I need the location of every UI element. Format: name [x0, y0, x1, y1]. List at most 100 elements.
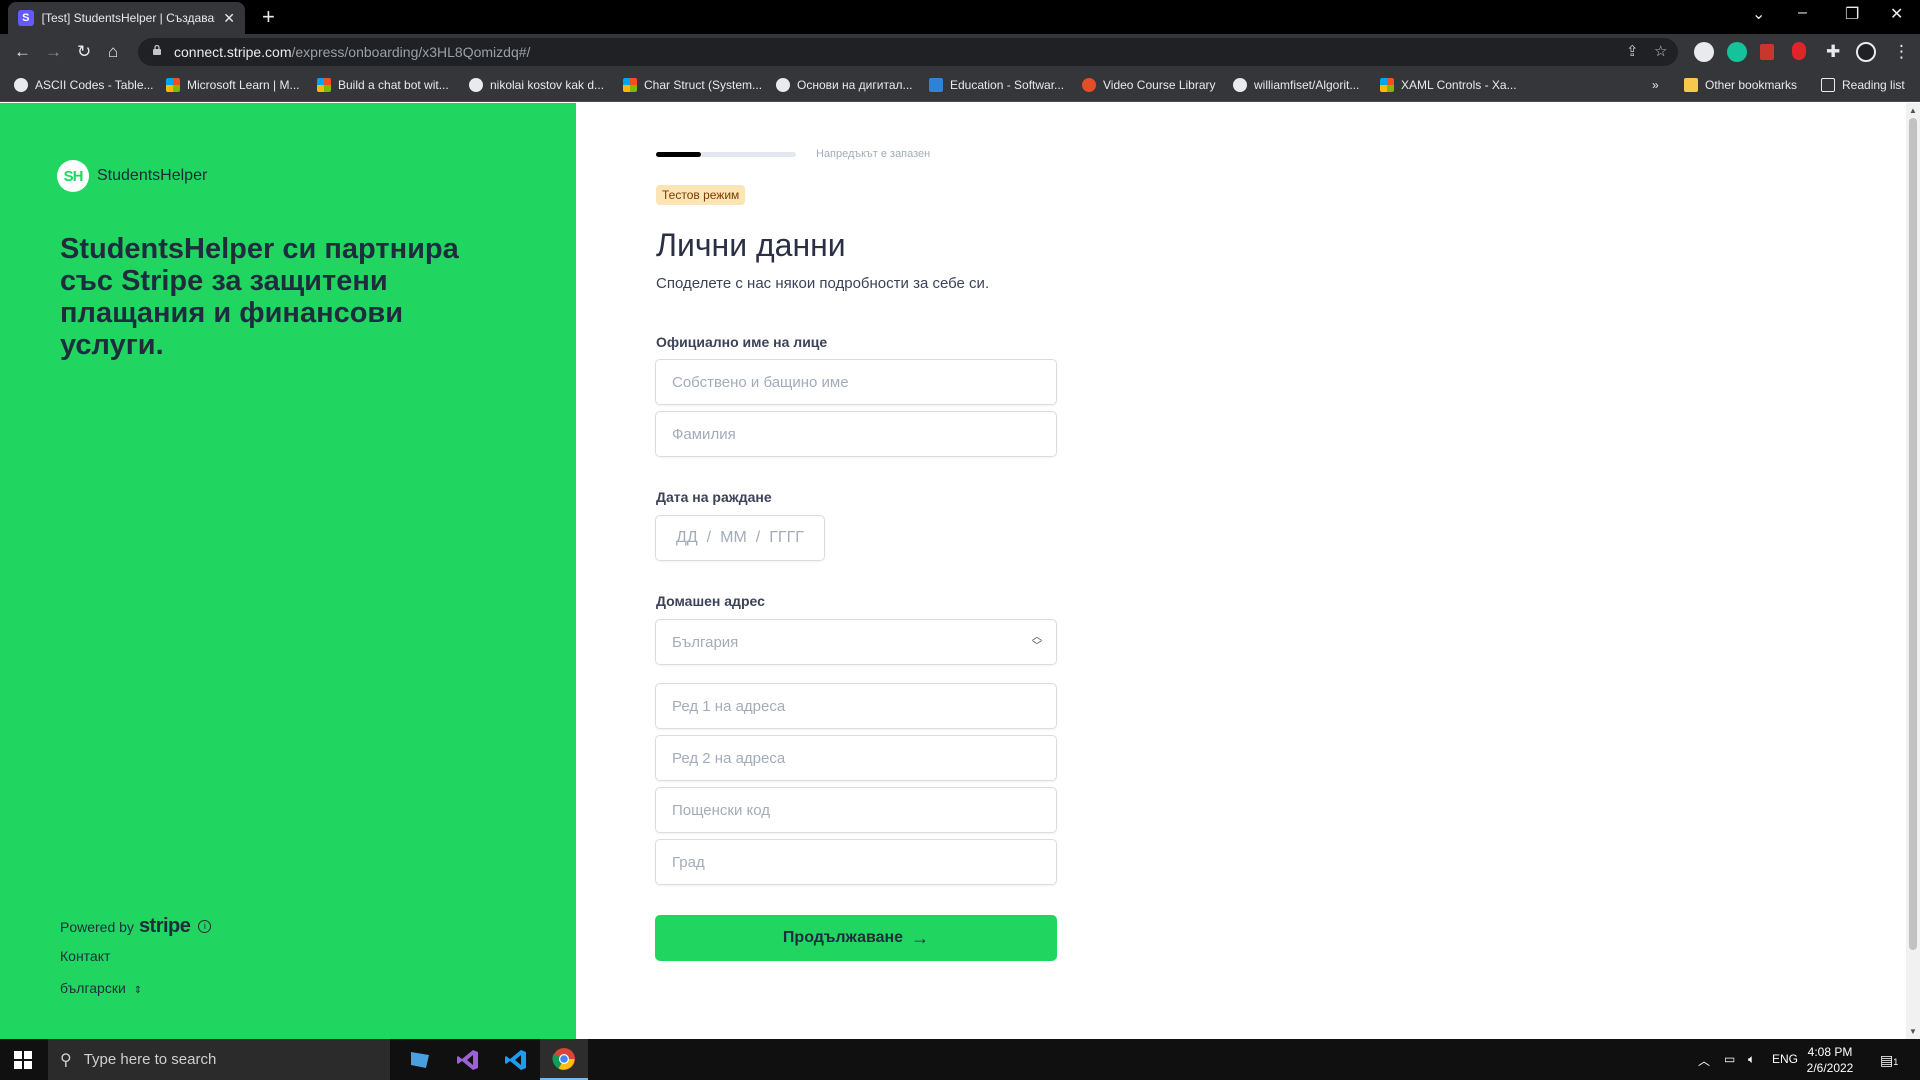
tab-search-icon[interactable]: ⌄ [1752, 4, 1765, 24]
bookmark-item[interactable]: Education - Softwar... [929, 78, 1064, 92]
minimize-button[interactable]: – [1798, 4, 1807, 22]
clock-time: 4:08 PM [1807, 1045, 1853, 1059]
progress-bar-fill [656, 152, 701, 157]
bookmark-star-icon[interactable]: ☆ [1654, 42, 1667, 60]
bookmark-item[interactable]: XAML Controls - Xa... [1380, 78, 1517, 92]
notification-center-icon[interactable]: ▤1 [1880, 1052, 1898, 1069]
bookmarks-bar: ASCII Codes - Table... Microsoft Learn |… [0, 70, 1920, 102]
bookmark-item[interactable]: Video Course Library [1082, 78, 1216, 92]
bookmark-item[interactable]: Основи на дигитал... [776, 78, 913, 92]
bookmark-item[interactable]: nikolai kostov kak d... [469, 78, 604, 92]
chrome-menu-icon[interactable]: ⋮ [1893, 42, 1910, 62]
microsoft-icon [1380, 78, 1394, 92]
country-select[interactable]: България ︿ ﹀ [655, 619, 1057, 665]
taskbar-search-box[interactable]: ⚲ Type here to search [48, 1039, 390, 1080]
powered-by-stripe[interactable]: Powered by stripe i [60, 915, 212, 938]
address-bar[interactable]: connect.stripe.com/express/onboarding/x3… [138, 38, 1678, 66]
scrollbar-thumb[interactable] [1909, 118, 1917, 950]
reading-list[interactable]: Reading list [1821, 78, 1905, 92]
profile-extension-icon[interactable] [1694, 42, 1714, 62]
new-tab-button[interactable]: + [262, 6, 275, 28]
bookmark-item[interactable]: Char Struct (System... [623, 78, 762, 92]
taskbar-app-vscode[interactable] [492, 1039, 540, 1080]
dob-input[interactable]: ДД / ММ / ГГГГ [655, 515, 825, 561]
taskbar-app-visual-studio[interactable] [444, 1039, 492, 1080]
dob-label: Дата на раждане [656, 489, 772, 505]
grammarly-icon[interactable] [1727, 42, 1747, 62]
azure-studio-icon [411, 1051, 429, 1068]
city-wrapper [655, 839, 1057, 885]
taskbar-app-chrome[interactable] [540, 1039, 588, 1080]
browser-toolbar: ← → ↻ ⌂ connect.stripe.com/express/onboa… [0, 34, 1920, 70]
onboarding-form: Напредъкът е запазен Тестов режим Лични … [576, 103, 1906, 1039]
info-icon[interactable]: i [198, 920, 212, 933]
close-window-button[interactable]: ✕ [1890, 4, 1903, 24]
language-selector[interactable]: български ⇕ [60, 980, 142, 996]
tab-close-icon[interactable]: ✕ [223, 10, 235, 27]
legal-name-label: Официално име на лице [656, 334, 828, 350]
brand-panel: SH StudentsHelper StudentsHelper си парт… [0, 103, 576, 1039]
bookmark-item[interactable]: williamfiset/Algorit... [1233, 78, 1359, 92]
network-icon[interactable]: ▭ [1724, 1052, 1735, 1066]
home-icon[interactable]: ⌂ [108, 42, 118, 62]
github-icon [1233, 78, 1247, 92]
profile-avatar-icon[interactable] [1856, 42, 1876, 62]
powered-by-label: Powered by [60, 918, 134, 935]
dob-day: ДД [676, 529, 698, 546]
continue-button[interactable]: Продължаване → [655, 915, 1057, 961]
vscode-icon [505, 1049, 526, 1070]
play-icon [1082, 78, 1096, 92]
bookmark-item[interactable]: Microsoft Learn | M... [166, 78, 299, 92]
visual-studio-icon [457, 1049, 478, 1070]
browser-tab-bar: S [Test] StudentsHelper | Създаван ✕ + ⌄… [0, 0, 1920, 34]
page-subtitle: Споделете с нас някои подробности за себ… [656, 275, 990, 292]
pdf-extension-icon[interactable] [1760, 44, 1774, 60]
back-arrow-icon[interactable]: ← [14, 42, 31, 62]
first-name-field-wrapper [655, 359, 1057, 405]
bookmark-item[interactable]: ASCII Codes - Table... [14, 78, 154, 92]
page-scrollbar[interactable]: ▲ ▼ [1906, 103, 1920, 1039]
clock-date: 2/6/2022 [1806, 1061, 1854, 1075]
city-input[interactable] [656, 840, 1056, 884]
share-icon[interactable]: ⇪ [1626, 42, 1639, 60]
input-language[interactable]: ENG [1772, 1052, 1798, 1066]
folder-icon [1684, 78, 1698, 92]
forward-arrow-icon[interactable]: → [45, 42, 62, 62]
browser-tab-active[interactable]: S [Test] StudentsHelper | Създаван ✕ [8, 2, 245, 34]
volume-icon[interactable]: 🔈︎ [1748, 1052, 1755, 1067]
address-line2-input[interactable] [656, 736, 1056, 780]
scroll-down-icon[interactable]: ▼ [1909, 1027, 1917, 1036]
dob-separator: / [706, 529, 712, 546]
page-title: Лични данни [656, 227, 846, 263]
postal-code-input[interactable] [656, 788, 1056, 832]
tab-title: [Test] StudentsHelper | Създаван [41, 11, 216, 25]
brand-logo-icon: SH [57, 160, 89, 192]
scroll-up-icon[interactable]: ▲ [1909, 106, 1917, 115]
first-name-input[interactable] [656, 360, 1056, 404]
bookmarks-overflow-icon[interactable]: » [1652, 78, 1659, 92]
windows-start-icon[interactable] [14, 1051, 32, 1069]
stripe-logo: stripe [138, 915, 191, 937]
brand-header: SH StudentsHelper [57, 160, 207, 192]
restore-button[interactable]: ❐ [1845, 4, 1859, 24]
contact-link[interactable]: Контакт [60, 948, 110, 964]
extensions-puzzle-icon[interactable]: ✚ [1826, 42, 1840, 62]
tray-overflow-icon[interactable]: ︿ [1698, 1052, 1710, 1069]
postal-code-wrapper [655, 787, 1057, 833]
lock-icon [153, 45, 161, 55]
extension-red-icon[interactable] [1792, 42, 1806, 60]
brand-headline: StudentsHelper си партнира със Stripe за… [60, 233, 459, 361]
system-clock[interactable]: 4:08 PM 2/6/2022 [1800, 1044, 1860, 1076]
bookmark-item[interactable]: Build a chat bot wit... [317, 78, 449, 92]
azure-icon [929, 78, 943, 92]
reload-icon[interactable]: ↻ [77, 42, 91, 62]
url-text: connect.stripe.com/express/onboarding/x3… [174, 44, 531, 60]
address-line1-input[interactable] [656, 684, 1056, 728]
test-mode-badge: Тестов режим [656, 185, 746, 205]
chevron-updown-icon: ⇕ [133, 985, 143, 996]
arrow-right-icon: → [911, 927, 930, 948]
taskbar-app-azure-data-studio[interactable] [396, 1039, 444, 1080]
last-name-input[interactable] [656, 412, 1056, 456]
other-bookmarks[interactable]: Other bookmarks [1684, 78, 1797, 92]
globe-icon [14, 78, 28, 92]
